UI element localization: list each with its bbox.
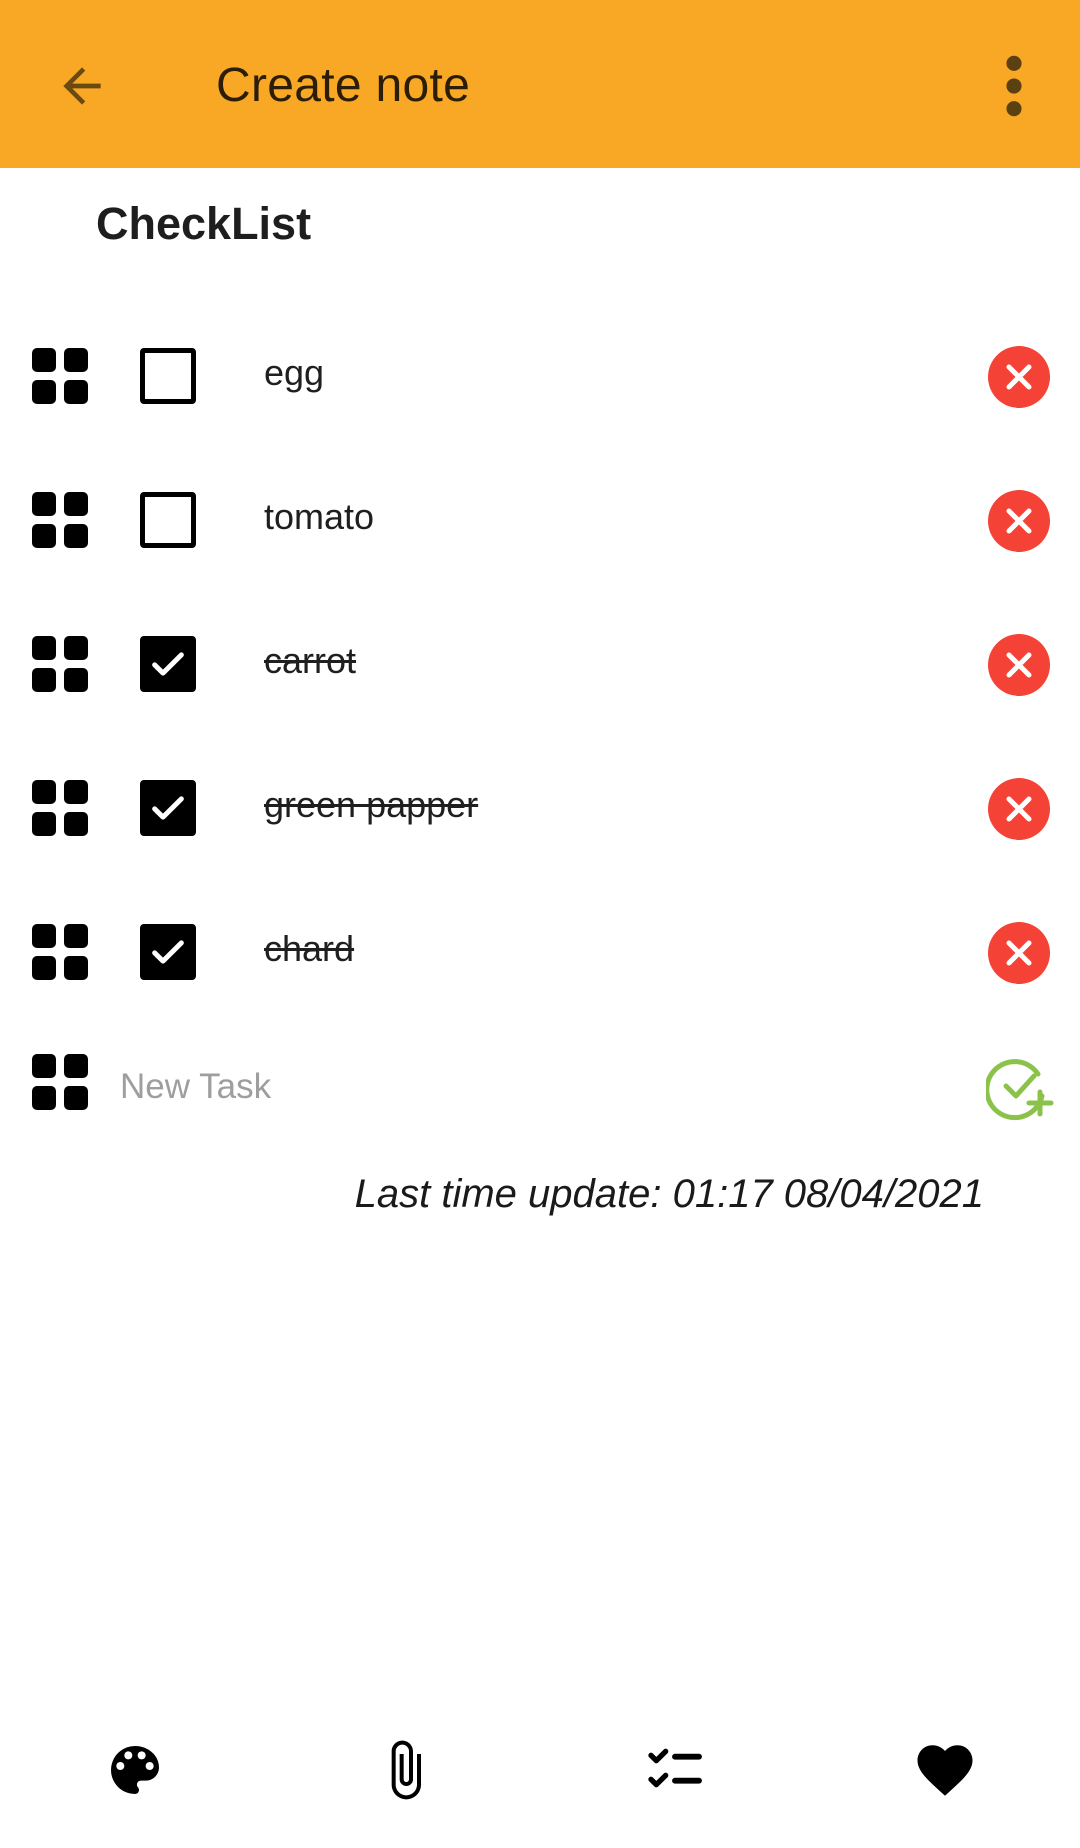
palette-button[interactable]: [95, 1730, 175, 1810]
drag-handle-icon[interactable]: [32, 1054, 88, 1110]
item-checkbox[interactable]: [140, 492, 196, 548]
delete-item-button[interactable]: [988, 778, 1050, 840]
item-checkbox[interactable]: [140, 924, 196, 980]
item-label[interactable]: egg: [264, 352, 324, 394]
checklist-icon: [648, 1748, 702, 1788]
page-title: Create note: [216, 59, 471, 112]
item-checkbox[interactable]: [140, 780, 196, 836]
checklist-row: green papper: [0, 734, 1080, 878]
delete-item-button[interactable]: [988, 922, 1050, 984]
item-checkbox[interactable]: [140, 348, 196, 404]
add-task-button[interactable]: [984, 1052, 1056, 1122]
delete-item-button[interactable]: [988, 490, 1050, 552]
checklist-row: egg: [0, 302, 1080, 446]
checklist-row: carrot: [0, 590, 1080, 734]
close-icon: [1006, 940, 1032, 966]
palette-icon: [111, 1746, 159, 1794]
item-label[interactable]: green papper: [264, 784, 478, 826]
delete-item-button[interactable]: [988, 634, 1050, 696]
app-bar: Create note: [0, 0, 1080, 168]
checklist-row: tomato: [0, 446, 1080, 590]
attach-icon: [391, 1740, 421, 1800]
item-label[interactable]: tomato: [264, 496, 374, 538]
new-task-input[interactable]: [120, 1062, 820, 1112]
new-task-row: [0, 1040, 1080, 1140]
close-icon: [1006, 364, 1032, 390]
last-update-text: Last time update: 01:17 08/04/2021: [354, 1172, 984, 1216]
favorite-icon: [917, 1745, 973, 1796]
checklist-row: chard: [0, 878, 1080, 1022]
item-label[interactable]: chard: [264, 928, 354, 970]
checklist-button[interactable]: [635, 1730, 715, 1810]
drag-handle-icon[interactable]: [32, 924, 88, 980]
checklist-title: CheckList: [96, 198, 312, 249]
bottom-toolbar: [0, 1700, 1080, 1848]
drag-handle-icon[interactable]: [32, 348, 88, 404]
item-label[interactable]: carrot: [264, 640, 356, 682]
check-icon: [152, 652, 184, 676]
drag-handle-icon[interactable]: [32, 636, 88, 692]
favorite-button[interactable]: [905, 1730, 985, 1810]
back-button[interactable]: [52, 56, 112, 116]
attach-button[interactable]: [365, 1730, 445, 1810]
item-checkbox[interactable]: [140, 636, 196, 692]
delete-item-button[interactable]: [988, 346, 1050, 408]
check-circle-add-icon: [984, 1059, 1054, 1121]
close-icon: [1006, 796, 1032, 822]
close-icon: [1006, 508, 1032, 534]
more-vert-icon: [1006, 55, 1022, 117]
drag-handle-icon[interactable]: [32, 780, 88, 836]
arrow-back-icon: [63, 67, 101, 105]
drag-handle-icon[interactable]: [32, 492, 88, 548]
check-icon: [152, 796, 184, 820]
close-icon: [1006, 652, 1032, 678]
check-icon: [152, 940, 184, 964]
more-options-button[interactable]: [992, 52, 1036, 120]
